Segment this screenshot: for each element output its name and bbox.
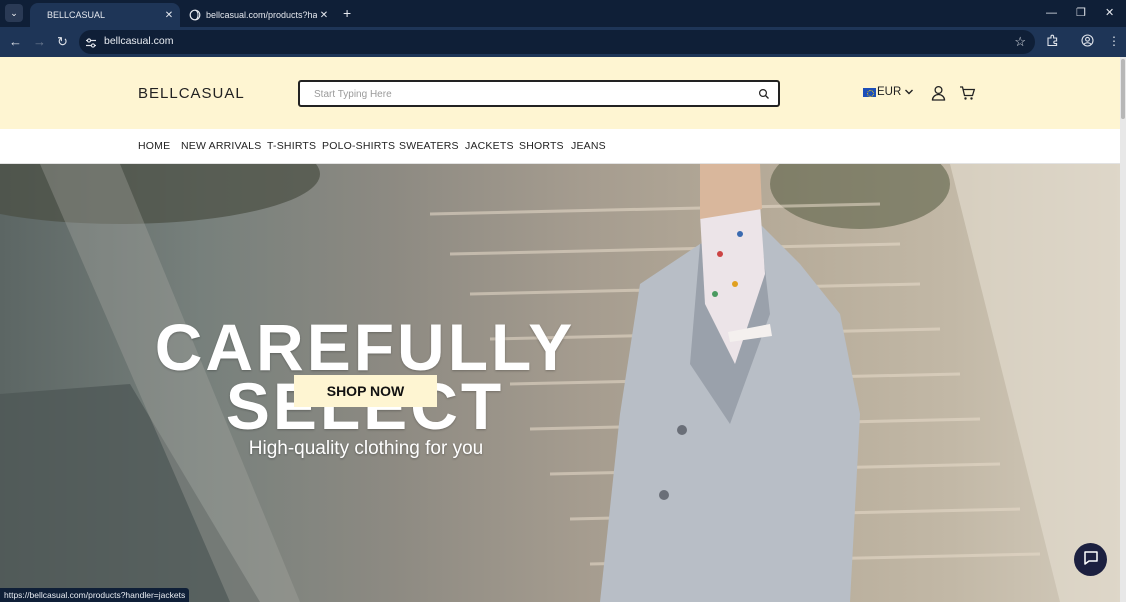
restore-icon[interactable]: ❐ (1076, 6, 1086, 20)
address-bar[interactable]: bellcasual.com ☆ (79, 30, 1035, 54)
account-icon[interactable] (931, 85, 946, 101)
site-logo[interactable]: BELLCASUAL (138, 85, 245, 102)
search-box[interactable] (298, 80, 780, 107)
search-input[interactable] (314, 87, 744, 101)
cart-icon[interactable] (959, 85, 976, 101)
new-tab-button[interactable]: + (343, 5, 351, 21)
nav-new-arrivals[interactable]: NEW ARRIVALS (181, 140, 261, 152)
eu-flag-icon (863, 87, 876, 97)
nav-sweaters[interactable]: SWEATERS (399, 140, 459, 152)
nav-home[interactable]: HOME (138, 140, 170, 152)
currency-label: EUR (877, 86, 902, 98)
window-close-icon[interactable]: ✕ (1105, 6, 1114, 20)
forward-icon[interactable]: → (33, 34, 46, 50)
minimize-icon[interactable]: — (1046, 6, 1057, 20)
hero-subtitle: High-quality clothing for you (248, 438, 484, 459)
menu-icon[interactable]: ⋮ (1108, 34, 1120, 48)
page-content: BELLCASUAL EUR HOME NEW ARRIVALS T-SHIRT… (0, 57, 1120, 602)
address-text: bellcasual.com (104, 35, 174, 47)
shop-now-button[interactable]: SHOP NOW (294, 375, 437, 407)
status-bar-url: https://bellcasual.com/products?handler=… (0, 588, 190, 602)
bookmark-star-icon[interactable]: ☆ (1014, 34, 1026, 50)
hero-banner: CAREFULLY SELECT High-quality clothing f… (0, 164, 1120, 602)
close-tab-icon[interactable]: ✕ (162, 10, 176, 21)
extensions-icon[interactable] (1046, 34, 1059, 50)
chat-bubble-icon (1083, 550, 1099, 570)
tab-title: BELLCASUAL (47, 10, 106, 20)
nav-jeans[interactable]: JEANS (571, 140, 606, 152)
tab-products[interactable]: bellcasual.com/products?handle ✕ (183, 3, 335, 27)
nav-polo-shirts[interactable]: POLO-SHIRTS (322, 140, 395, 152)
site-header: BELLCASUAL EUR (0, 57, 1120, 129)
nav-t-shirts[interactable]: T-SHIRTS (267, 140, 316, 152)
tab-search-button[interactable]: ⌄ (5, 4, 23, 22)
nav-shorts[interactable]: SHORTS (519, 140, 564, 152)
reload-icon[interactable]: ↻ (57, 34, 68, 50)
chat-button[interactable] (1074, 543, 1107, 576)
site-settings-icon[interactable] (85, 36, 97, 48)
close-tab-icon[interactable]: ✕ (317, 10, 331, 21)
back-icon[interactable]: ← (9, 34, 22, 50)
chevron-down-icon: ⌄ (10, 7, 18, 18)
profile-icon[interactable] (1081, 34, 1094, 50)
search-icon[interactable] (758, 87, 770, 99)
globe-icon (189, 9, 201, 21)
main-nav: HOME NEW ARRIVALS T-SHIRTS POLO-SHIRTS S… (0, 129, 1120, 164)
tab-bellcasual[interactable]: BELLCASUAL ✕ (30, 3, 180, 27)
browser-toolbar: ← → ↻ bellcasual.com ☆ ⋮ (0, 27, 1126, 57)
page-scrollbar[interactable] (1120, 57, 1126, 602)
nav-jackets[interactable]: JACKETS (465, 140, 514, 152)
currency-selector[interactable]: EUR (863, 86, 914, 98)
tab-title: bellcasual.com/products?handle (206, 10, 317, 20)
chevron-down-icon (904, 87, 914, 97)
scrollbar-thumb[interactable] (1121, 59, 1125, 119)
tab-bar: ⌄ BELLCASUAL ✕ bellcasual.com/products?h… (0, 0, 1126, 27)
